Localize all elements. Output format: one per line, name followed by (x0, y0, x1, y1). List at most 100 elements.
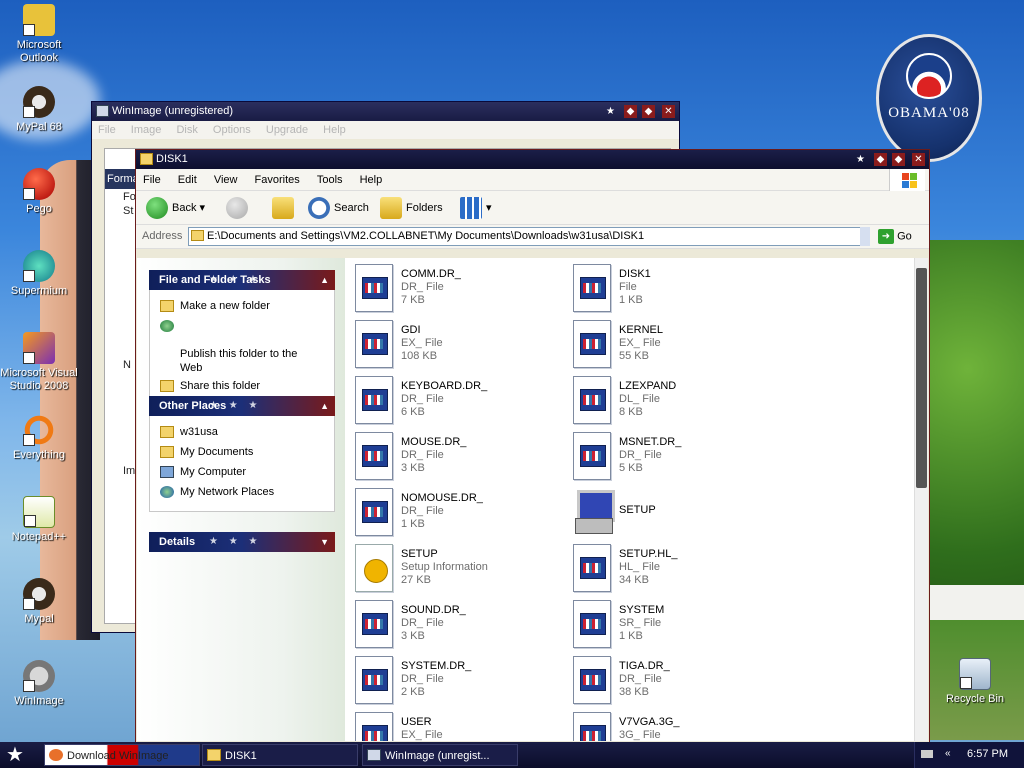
close-button[interactable]: ✕ (912, 153, 925, 166)
place-w31usa[interactable]: w31usa (158, 425, 326, 441)
menu-upgrade[interactable]: Upgrade (266, 124, 308, 136)
views-button[interactable]: ▾ (460, 197, 492, 220)
desktop-icon-pego[interactable]: Pego (0, 168, 78, 216)
format-tab[interactable]: Forma (105, 169, 139, 189)
desktop-icon-recycle-bin[interactable]: Recycle Bin (936, 658, 1014, 706)
back-button[interactable]: Back ▾ (146, 197, 206, 220)
my-computer-icon (160, 466, 174, 478)
globe-icon (160, 320, 174, 332)
file-icon (573, 432, 611, 480)
maximize-button[interactable]: ◆ (892, 153, 905, 166)
desktop-icon-outlook[interactable]: Microsoft Outlook (0, 4, 78, 65)
file-item[interactable]: SOUND.DR_ DR_ File 3 KB (349, 598, 559, 650)
taskbar-button-winimage[interactable]: WinImage (unregist... (362, 744, 518, 766)
minimize-button[interactable]: ◆ (874, 153, 887, 166)
file-text: MOUSE.DR_ DR_ File 3 KB (401, 436, 466, 475)
file-name: COMM.DR_ (401, 268, 461, 280)
menu-image[interactable]: Image (131, 124, 162, 136)
file-item[interactable]: KERNEL EX_ File 55 KB (567, 318, 777, 370)
menu-favorites[interactable]: Favorites (248, 169, 307, 191)
menu-edit[interactable]: Edit (171, 169, 204, 191)
winimage-titlebar[interactable]: WinImage (unregistered) ★ ◆ ◆ ✕ (92, 102, 679, 121)
panel-header[interactable]: Other Places ★ ★ ★ ▲ (149, 396, 335, 416)
minimize-button[interactable]: ◆ (624, 105, 637, 118)
menu-tools[interactable]: Tools (310, 169, 350, 191)
file-text: MSNET.DR_ DR_ File 5 KB (619, 436, 681, 475)
file-item[interactable]: V7VGA.3G_ 3G_ File (567, 710, 777, 741)
maximize-button[interactable]: ◆ (642, 105, 655, 118)
desktop-icon-everything[interactable]: Everything (0, 414, 78, 462)
explorer-window[interactable]: DISK1 ★ ◆ ◆ ✕ File Edit View Favorites T… (135, 149, 930, 743)
folders-button[interactable]: Folders (380, 197, 443, 220)
desktop-icon-label: Everything (13, 449, 65, 461)
file-size: 7 KB (401, 294, 425, 306)
task-share-folder[interactable]: Share this folder (158, 379, 326, 395)
place-my-network[interactable]: My Network Places (158, 485, 326, 501)
file-item[interactable]: TIGA.DR_ DR_ File 38 KB (567, 654, 777, 706)
collapse-chevron-icon[interactable]: ▲ (320, 270, 329, 290)
desktop-icon-visual-studio[interactable]: Microsoft Visual Studio 2008 (0, 332, 78, 393)
task-publish-folder[interactable]: Publish this folder to the Web (158, 319, 326, 375)
address-dropdown-button[interactable] (860, 227, 870, 246)
file-item[interactable]: MOUSE.DR_ DR_ File 3 KB (349, 430, 559, 482)
go-button[interactable]: ➜ Go (878, 229, 912, 244)
file-item[interactable]: LZEXPAND DL_ File 8 KB (567, 374, 777, 426)
file-text: SETUP Setup Information 27 KB (401, 548, 488, 587)
scrollbar-thumb[interactable] (916, 268, 927, 488)
file-name: NOMOUSE.DR_ (401, 492, 483, 504)
file-item[interactable]: KEYBOARD.DR_ DR_ File 6 KB (349, 374, 559, 426)
place-my-computer[interactable]: My Computer (158, 465, 326, 481)
file-item[interactable]: SETUP.HL_ HL_ File 34 KB (567, 542, 777, 594)
menu-help[interactable]: Help (353, 169, 390, 191)
taskbar-button-label: WinImage (unregist... (385, 750, 490, 762)
chevron-down-icon[interactable]: ▾ (486, 202, 492, 214)
expand-chevron-icon[interactable]: ▼ (320, 532, 329, 552)
chevron-left-icon[interactable]: « (945, 748, 951, 759)
menu-file[interactable]: File (98, 124, 116, 136)
file-name: MSNET.DR_ (619, 436, 682, 448)
ghost-label: Im (123, 465, 136, 477)
file-item[interactable]: MSNET.DR_ DR_ File 5 KB (567, 430, 777, 482)
clock[interactable]: 6:57 PM (967, 748, 1008, 760)
task-make-new-folder[interactable]: Make a new folder (158, 299, 326, 315)
file-item[interactable]: NOMOUSE.DR_ DR_ File 1 KB (349, 486, 559, 538)
winimage-menubar: File Image Disk Options Upgrade Help (92, 121, 679, 139)
desktop-icon-label: MyPal 68 (16, 121, 62, 133)
search-button[interactable]: Search (308, 197, 369, 220)
file-item[interactable]: SYSTEM SR_ File 1 KB (567, 598, 777, 650)
file-item[interactable]: USER EX_ File (349, 710, 559, 741)
desktop-icon-mypal68[interactable]: MyPal 68 (0, 86, 78, 134)
menu-help[interactable]: Help (323, 124, 346, 136)
desktop-icon-mypal[interactable]: Mypal (0, 578, 78, 626)
file-item[interactable]: SYSTEM.DR_ DR_ File 2 KB (349, 654, 559, 706)
menu-disk[interactable]: Disk (176, 124, 197, 136)
file-item[interactable]: GDI EX_ File 108 KB (349, 318, 559, 370)
explorer-titlebar[interactable]: DISK1 ★ ◆ ◆ ✕ (136, 150, 929, 169)
start-button[interactable]: ★ (6, 744, 30, 766)
taskbar-button-download-winimage[interactable]: Download WinImage (44, 744, 200, 766)
file-item[interactable]: SETUP Setup Information 27 KB (349, 542, 559, 594)
desktop-icon-winimage[interactable]: WinImage (0, 660, 78, 708)
address-input[interactable]: E:\Documents and Settings\VM2.COLLABNET\… (188, 227, 868, 246)
file-item[interactable]: SETUP (567, 486, 777, 538)
menu-file[interactable]: File (136, 169, 168, 191)
place-my-documents[interactable]: My Documents (158, 445, 326, 461)
forward-button[interactable] (226, 197, 252, 220)
vertical-scrollbar[interactable] (914, 258, 928, 741)
close-button[interactable]: ✕ (662, 105, 675, 118)
file-name: DISK1 (619, 268, 651, 280)
menu-view[interactable]: View (207, 169, 245, 191)
up-button[interactable] (272, 197, 298, 220)
file-item[interactable]: COMM.DR_ DR_ File 7 KB (349, 262, 559, 314)
campaign-logo-icon (906, 53, 952, 99)
menu-options[interactable]: Options (213, 124, 251, 136)
file-item[interactable]: DISK1 File 1 KB (567, 262, 777, 314)
collapse-chevron-icon[interactable]: ▲ (320, 396, 329, 416)
desktop-icon-supermium[interactable]: Supermium (0, 250, 78, 298)
desktop-icon-notepadpp[interactable]: Notepad++ (0, 496, 78, 544)
taskbar-button-disk1[interactable]: DISK1 (202, 744, 358, 766)
chevron-down-icon[interactable]: ▾ (200, 202, 206, 214)
keyboard-icon[interactable] (921, 750, 933, 758)
panel-header[interactable]: File and Folder Tasks ★ ★ ★ ▲ (149, 270, 335, 290)
panel-header[interactable]: Details ★ ★ ★ ▼ (149, 532, 335, 552)
